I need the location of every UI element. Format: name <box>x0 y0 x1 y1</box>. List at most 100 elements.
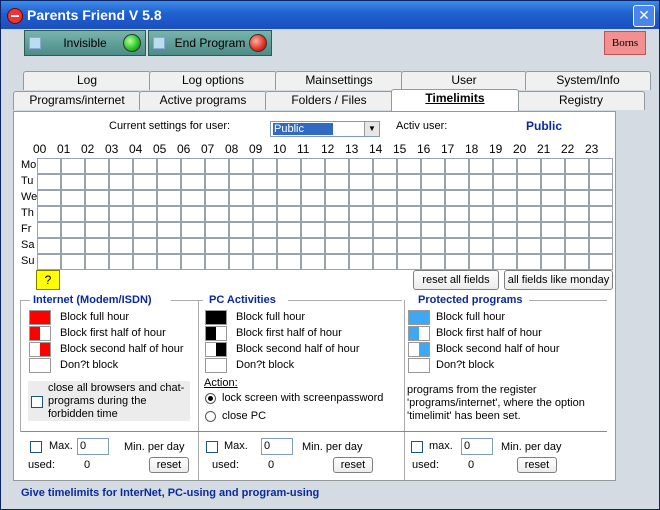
grid-cell[interactable] <box>325 254 349 270</box>
grid-cell[interactable] <box>133 158 157 174</box>
tab-log-options[interactable]: Log options <box>149 71 277 90</box>
grid-cell[interactable] <box>565 238 589 254</box>
grid-cell[interactable] <box>421 174 445 190</box>
grid-cell[interactable] <box>589 238 613 254</box>
grid-cell[interactable] <box>397 158 421 174</box>
pc-max-checkbox[interactable] <box>206 441 218 453</box>
grid-cell[interactable] <box>181 222 205 238</box>
grid-cell[interactable] <box>181 158 205 174</box>
grid-cell[interactable] <box>253 206 277 222</box>
grid-cell[interactable] <box>349 254 373 270</box>
grid-cell[interactable] <box>157 254 181 270</box>
grid-cell[interactable] <box>205 190 229 206</box>
grid-cell[interactable] <box>277 206 301 222</box>
help-button[interactable]: ? <box>36 270 60 290</box>
grid-cell[interactable] <box>397 222 421 238</box>
grid-cell[interactable] <box>109 254 133 270</box>
grid-cell[interactable] <box>253 174 277 190</box>
grid-cell[interactable] <box>85 222 109 238</box>
grid-cell[interactable] <box>229 174 253 190</box>
grid-cell[interactable] <box>589 190 613 206</box>
protected-block-second-swatch[interactable] <box>408 342 430 357</box>
grid-cell[interactable] <box>277 158 301 174</box>
grid-cell[interactable] <box>565 222 589 238</box>
grid-cell[interactable] <box>589 158 613 174</box>
grid-cell[interactable] <box>349 238 373 254</box>
grid-cell[interactable] <box>469 174 493 190</box>
pc-block-first-swatch[interactable] <box>205 326 227 341</box>
chevron-down-icon[interactable]: ▼ <box>364 122 379 136</box>
grid-cell[interactable] <box>421 238 445 254</box>
grid-cell[interactable] <box>157 238 181 254</box>
grid-cell[interactable] <box>469 222 493 238</box>
pc-dont-block-swatch[interactable] <box>205 358 227 373</box>
app-stop-icon[interactable] <box>7 8 23 24</box>
grid-cell[interactable] <box>397 238 421 254</box>
grid-cell[interactable] <box>277 222 301 238</box>
grid-cell[interactable] <box>85 158 109 174</box>
grid-cell[interactable] <box>301 222 325 238</box>
pc-max-input[interactable]: 0 <box>261 438 293 455</box>
grid-cell[interactable] <box>517 222 541 238</box>
grid-cell[interactable] <box>37 238 61 254</box>
tab-programs-internet[interactable]: Programs/internet <box>13 91 141 110</box>
grid-cell[interactable] <box>277 254 301 270</box>
grid-cell[interactable] <box>229 254 253 270</box>
grid-cell[interactable] <box>133 174 157 190</box>
grid-cell[interactable] <box>325 206 349 222</box>
grid-cell[interactable] <box>109 190 133 206</box>
grid-cell[interactable] <box>61 254 85 270</box>
tab-system-info[interactable]: System/Info <box>525 71 651 90</box>
tab-log[interactable]: Log <box>23 71 151 90</box>
protected-max-input[interactable]: 0 <box>461 438 493 455</box>
grid-cell[interactable] <box>277 190 301 206</box>
grid-cell[interactable] <box>253 222 277 238</box>
close-button[interactable]: ✕ <box>633 5 655 27</box>
grid-cell[interactable] <box>229 206 253 222</box>
grid-cell[interactable] <box>325 190 349 206</box>
grid-cell[interactable] <box>253 238 277 254</box>
pc-block-second-swatch[interactable] <box>205 342 227 357</box>
grid-cell[interactable] <box>493 174 517 190</box>
grid-cell[interactable] <box>253 158 277 174</box>
grid-cell[interactable] <box>157 174 181 190</box>
grid-cell[interactable] <box>301 158 325 174</box>
internet-reset-button[interactable]: reset <box>149 457 189 473</box>
grid-cell[interactable] <box>61 222 85 238</box>
grid-cell[interactable] <box>61 238 85 254</box>
grid-cell[interactable] <box>541 174 565 190</box>
grid-cell[interactable] <box>565 254 589 270</box>
grid-cell[interactable] <box>517 174 541 190</box>
grid-cell[interactable] <box>469 158 493 174</box>
grid-cell[interactable] <box>109 158 133 174</box>
close-browsers-checkbox[interactable] <box>31 396 43 408</box>
grid-cell[interactable] <box>229 222 253 238</box>
grid-cell[interactable] <box>301 174 325 190</box>
grid-cell[interactable] <box>349 222 373 238</box>
grid-cell[interactable] <box>469 238 493 254</box>
pc-block-full-swatch[interactable] <box>205 310 227 325</box>
tab-timelimits[interactable]: Timelimits <box>391 89 519 111</box>
tab-registry[interactable]: Registry <box>517 91 645 110</box>
grid-cell[interactable] <box>37 190 61 206</box>
grid-cell[interactable] <box>445 158 469 174</box>
grid-cell[interactable] <box>373 190 397 206</box>
grid-cell[interactable] <box>517 254 541 270</box>
grid-cell[interactable] <box>157 222 181 238</box>
grid-cell[interactable] <box>397 206 421 222</box>
grid-cell[interactable] <box>421 158 445 174</box>
grid-cell[interactable] <box>565 158 589 174</box>
protected-reset-button[interactable]: reset <box>517 457 557 473</box>
grid-cell[interactable] <box>541 254 565 270</box>
grid-cell[interactable] <box>421 190 445 206</box>
grid-cell[interactable] <box>421 254 445 270</box>
grid-cell[interactable] <box>589 174 613 190</box>
grid-cell[interactable] <box>229 190 253 206</box>
grid-cell[interactable] <box>373 238 397 254</box>
grid-cell[interactable] <box>253 190 277 206</box>
grid-cell[interactable] <box>349 158 373 174</box>
grid-cell[interactable] <box>133 238 157 254</box>
internet-max-input[interactable]: 0 <box>77 438 109 455</box>
grid-cell[interactable] <box>61 158 85 174</box>
grid-cell[interactable] <box>205 174 229 190</box>
